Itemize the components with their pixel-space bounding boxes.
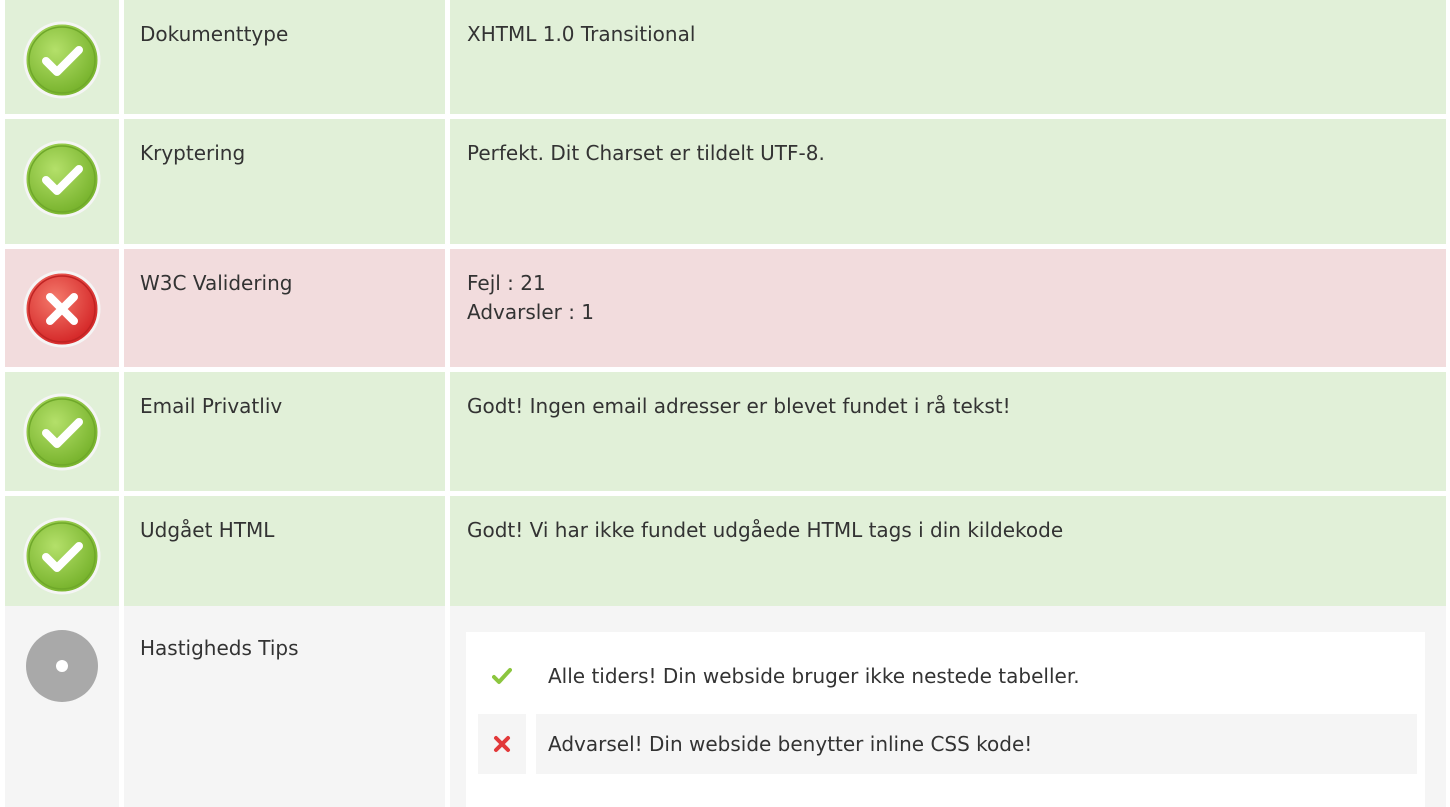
row-value: XHTML 1.0 Transitional — [467, 22, 696, 46]
neutral-circle-icon — [22, 626, 102, 706]
row-label: W3C Validering — [140, 271, 293, 295]
checkmark-icon — [478, 646, 526, 706]
x-circle-icon — [22, 269, 102, 349]
result-row-encoding: Kryptering Perfekt. Dit Charset er tilde… — [5, 119, 1446, 244]
row-value: Godt! Ingen email adresser er blevet fun… — [467, 394, 1011, 418]
tip-item: Alle tiders! Din webside bruger ikke nes… — [478, 646, 1417, 706]
value-cell: Godt! Ingen email adresser er blevet fun… — [450, 372, 1446, 491]
value-cell: Godt! Vi har ikke fundet udgåede HTML ta… — [450, 496, 1446, 608]
row-value: Godt! Vi har ikke fundet udgåede HTML ta… — [467, 518, 1064, 542]
status-cell — [5, 249, 119, 367]
row-label: Kryptering — [140, 141, 246, 165]
row-value: Perfekt. Dit Charset er tildelt UTF-8. — [467, 141, 825, 165]
result-row-speed-tips: Hastigheds Tips Alle tiders! Din webside… — [5, 606, 1446, 807]
check-circle-icon — [22, 392, 102, 472]
value-cell: Fejl : 21 Advarsler : 1 — [450, 249, 1446, 367]
cross-icon — [478, 714, 526, 774]
status-cell — [5, 496, 119, 608]
value-cell: Perfekt. Dit Charset er tildelt UTF-8. — [450, 119, 1446, 244]
warnings-count: Advarsler : 1 — [467, 300, 595, 324]
status-cell — [5, 0, 119, 114]
value-cell: Alle tiders! Din webside bruger ikke nes… — [450, 606, 1446, 807]
label-cell: Kryptering — [124, 119, 445, 244]
result-row-deprecated-html: Udgået HTML Godt! Vi har ikke fundet udg… — [5, 496, 1446, 608]
result-row-w3c: W3C Validering Fejl : 21 Advarsler : 1 — [5, 249, 1446, 367]
errors-count: Fejl : 21 — [467, 271, 546, 295]
tips-list: Alle tiders! Din webside bruger ikke nes… — [466, 632, 1425, 807]
label-cell: Dokumenttype — [124, 0, 445, 114]
row-label: Udgået HTML — [140, 518, 275, 542]
row-label: Dokumenttype — [140, 22, 289, 46]
label-cell: W3C Validering — [124, 249, 445, 367]
seo-results-table: Dokumenttype XHTML 1.0 Transitional Kryp… — [0, 0, 1450, 807]
tip-item: Advarsel! Din webside benytter inline CS… — [478, 714, 1417, 774]
check-circle-icon — [22, 516, 102, 596]
tip-text: Alle tiders! Din webside bruger ikke nes… — [548, 664, 1080, 688]
label-cell: Hastigheds Tips — [124, 606, 445, 807]
status-cell — [5, 606, 119, 807]
row-label: Hastigheds Tips — [140, 636, 299, 660]
label-cell: Udgået HTML — [124, 496, 445, 608]
status-cell — [5, 372, 119, 491]
check-circle-icon — [22, 139, 102, 219]
value-cell: XHTML 1.0 Transitional — [450, 0, 1446, 114]
check-circle-icon — [22, 20, 102, 100]
result-row-doctype: Dokumenttype XHTML 1.0 Transitional — [5, 0, 1446, 114]
status-cell — [5, 119, 119, 244]
label-cell: Email Privatliv — [124, 372, 445, 491]
tip-text: Advarsel! Din webside benytter inline CS… — [536, 714, 1417, 774]
result-row-email-privacy: Email Privatliv Godt! Ingen email adress… — [5, 372, 1446, 491]
row-label: Email Privatliv — [140, 394, 283, 418]
